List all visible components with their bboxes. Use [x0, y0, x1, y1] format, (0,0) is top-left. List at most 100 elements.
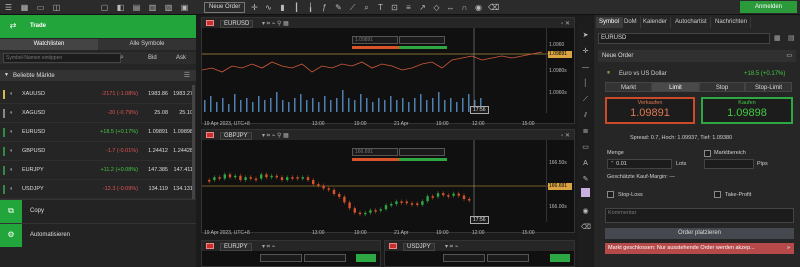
- trend-icon[interactable]: ⟋: [348, 3, 357, 12]
- symbol-search-input[interactable]: [3, 53, 121, 63]
- search-icon[interactable]: ⌕: [120, 54, 124, 62]
- magnet-icon[interactable]: ∩: [460, 3, 469, 12]
- watchlist-row[interactable]: ⏸ EURJPY +11.2 (+0.08%) 147.385 147.411: [0, 161, 196, 180]
- group-popular-markets[interactable]: ▼ Beliebte Märkte ☰: [0, 70, 196, 81]
- chart-tools-icon[interactable]: ▾ ⌗ ⌁: [445, 243, 458, 251]
- tab-news[interactable]: Nachrichten: [712, 17, 752, 28]
- watchlist-row[interactable]: ⏸ XAUUSD -2171 (-1.08%) 1983.86 1983.27: [0, 85, 196, 104]
- rectangle-icon[interactable]: ▭: [581, 143, 590, 152]
- lock-icon[interactable]: ⊡: [390, 3, 399, 12]
- measure-icon[interactable]: ↔: [446, 3, 455, 12]
- tab-all-symbols[interactable]: Alle Symbole: [98, 39, 196, 50]
- arrow-icon[interactable]: ↗: [418, 3, 427, 12]
- trendline-icon[interactable]: ⟋: [581, 95, 590, 104]
- tab-autochartist[interactable]: Autochartist: [672, 17, 711, 28]
- take-profit-checkbox[interactable]: [714, 191, 721, 198]
- color-swatch[interactable]: [581, 188, 590, 197]
- chart-symbol[interactable]: EURUSD: [220, 20, 254, 28]
- chart-gbpjpy[interactable]: GBPJPY ▾ ⌗ ⌁ ⚲ ▦ ▫ ✕ 166.691 166.50s 166…: [201, 129, 575, 236]
- quantity-stepper[interactable]: ⌃ 0.01: [607, 159, 672, 169]
- menu-icon[interactable]: ☰: [4, 3, 13, 12]
- buy-quick-box[interactable]: [304, 254, 346, 262]
- fibonacci-icon[interactable]: ≣: [581, 127, 590, 136]
- tab-market[interactable]: Markt: [605, 82, 652, 92]
- line-chart-icon[interactable]: ∿: [264, 3, 273, 12]
- layout-icon[interactable]: ▭: [36, 3, 45, 12]
- bar-icon[interactable]: ╽: [306, 3, 315, 12]
- tab-stop[interactable]: Stop: [699, 82, 745, 92]
- nav-automate[interactable]: ⚙ Automatisieren: [0, 223, 196, 247]
- shape-icon[interactable]: ◇: [432, 3, 441, 12]
- candles-icon[interactable]: ┃: [292, 3, 301, 12]
- buy-button[interactable]: Kaufen 1.09898: [701, 97, 793, 124]
- horizontal-line-icon[interactable]: —: [581, 63, 590, 72]
- tab-limit[interactable]: Limit: [652, 82, 699, 92]
- tab-dom[interactable]: DoM: [621, 17, 641, 28]
- comment-input[interactable]: Kommentar: [605, 208, 794, 223]
- pause-icon[interactable]: ⏸: [10, 186, 13, 192]
- chart-eurjpy[interactable]: EURJPY ▾ ⌗ ⌁: [201, 240, 381, 267]
- indicator-icon[interactable]: ƒ: [320, 3, 329, 12]
- tab-stop-limit[interactable]: Stop-Limit: [745, 82, 792, 92]
- stop-loss-checkbox[interactable]: [607, 191, 614, 198]
- cross-icon[interactable]: ✛: [250, 3, 259, 12]
- eye-icon[interactable]: ◉: [474, 3, 483, 12]
- sell-quick-box[interactable]: [443, 254, 485, 262]
- pause-icon[interactable]: ⏸: [10, 91, 13, 97]
- chart-usdjpy[interactable]: USDJPY ▾ ⌗ ⌁: [384, 240, 575, 267]
- list-icon[interactable]: ☰: [184, 71, 190, 79]
- order-header[interactable]: Neue Order ▭: [598, 50, 796, 62]
- pause-icon[interactable]: ⏸: [10, 148, 13, 154]
- pips-input[interactable]: [704, 159, 754, 169]
- watchlist-row[interactable]: ⏸ XAGUSD -20 (-0.79%) 25.08 25.10: [0, 104, 196, 123]
- watchlist-row[interactable]: ⏸ GBPUSD -1.7 (-0.01%) 1.24412 1.24428: [0, 142, 196, 161]
- watchlist-row[interactable]: ⏸ USDJPY -12.3 (-0.09%) 134.119 134.131: [0, 180, 196, 199]
- grid-icon[interactable]: ▦: [20, 3, 29, 12]
- split-icon[interactable]: ◧: [116, 3, 125, 12]
- watchlist-row[interactable]: ⏸ EURUSD +18.5 (+0.17%) 1.09891 1.09898: [0, 123, 196, 142]
- channel-icon[interactable]: ⫽: [581, 111, 590, 120]
- window-controls-icon[interactable]: ▫ ✕: [561, 132, 570, 139]
- window-icon[interactable]: ▢: [100, 3, 109, 12]
- timeframe-icon[interactable]: ▾ ⌗ ⌁ ⚲ ▦: [262, 20, 289, 28]
- trash-icon[interactable]: ⌫: [581, 223, 591, 232]
- chart-symbol[interactable]: USDJPY: [403, 243, 435, 251]
- tiles-icon[interactable]: ▤: [132, 3, 141, 12]
- chart-symbol[interactable]: EURJPY: [220, 243, 252, 251]
- trash-icon[interactable]: ⌫: [488, 3, 499, 12]
- fibo-icon[interactable]: ≡: [404, 3, 413, 12]
- panel-icon[interactable]: ◫: [52, 3, 61, 12]
- zoom-icon[interactable]: ⌕: [362, 3, 371, 12]
- chevron-right-icon[interactable]: »: [787, 243, 790, 254]
- tab-watchlists[interactable]: Watchlisten: [0, 39, 98, 50]
- sell-quick-box[interactable]: [260, 254, 302, 262]
- tab-calendar[interactable]: Kalender: [640, 17, 672, 28]
- expand-icon[interactable]: ▭: [786, 50, 792, 62]
- timeframe-icon[interactable]: ▾ ⌗ ⌁ ⚲ ▦: [262, 132, 289, 140]
- pause-icon[interactable]: ⏸: [10, 110, 13, 116]
- chart-icon[interactable]: ▤: [788, 34, 795, 42]
- chart-eurusd[interactable]: EURUSD ▾ ⌗ ⌁ ⚲ ▦ ▫ ✕ 1.09891 1.0960 1.09…: [201, 17, 575, 127]
- crosshair-icon[interactable]: ✛: [581, 47, 590, 56]
- frame-icon[interactable]: ▣: [180, 3, 189, 12]
- window-controls-icon[interactable]: ▫ ✕: [561, 20, 570, 27]
- grid-icon[interactable]: ▦: [774, 34, 781, 42]
- tab-symbol[interactable]: Symbol: [596, 17, 624, 28]
- trade-header[interactable]: ⇄ Trade: [0, 15, 196, 38]
- place-order-button[interactable]: Order platzieren: [605, 228, 794, 239]
- columns-icon[interactable]: ▥: [148, 3, 157, 12]
- cursor-icon[interactable]: ➤: [581, 31, 590, 40]
- chart-symbol[interactable]: GBPJPY: [220, 132, 252, 140]
- buy-quick-box[interactable]: [487, 254, 529, 262]
- vertical-line-icon[interactable]: │: [581, 79, 590, 88]
- scrollbar[interactable]: [192, 85, 195, 205]
- sell-button[interactable]: Verkaufen 1.09891: [605, 97, 695, 124]
- market-range-checkbox[interactable]: [704, 150, 711, 157]
- nav-copy[interactable]: ⧉ Copy: [0, 199, 196, 223]
- text-icon[interactable]: A: [581, 159, 590, 168]
- pencil-icon[interactable]: ✎: [581, 175, 590, 184]
- new-order-button[interactable]: Neue Order: [204, 2, 246, 13]
- symbol-select[interactable]: EURUSD: [598, 33, 770, 44]
- eye-icon[interactable]: ◉: [581, 207, 590, 216]
- draw-icon[interactable]: ✎: [334, 3, 343, 12]
